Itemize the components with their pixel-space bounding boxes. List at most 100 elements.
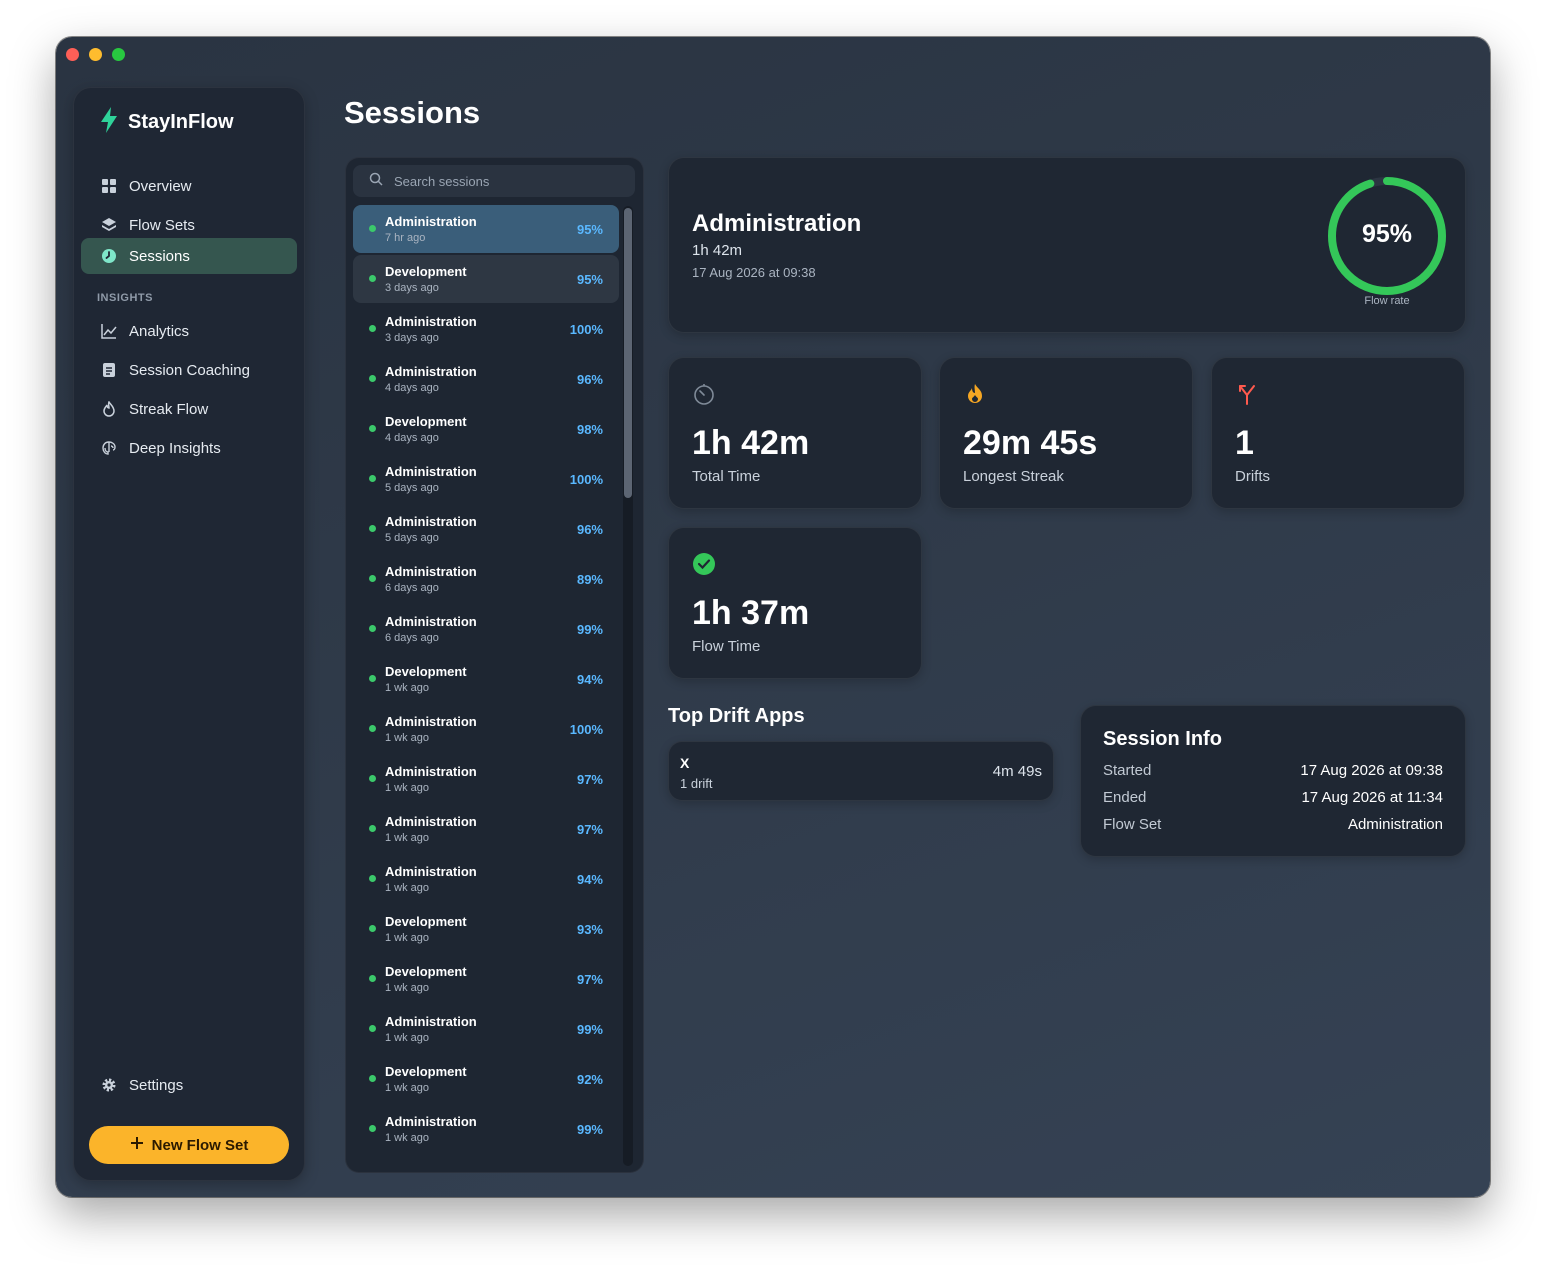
flow-rate-label: Flow rate xyxy=(1364,295,1410,307)
session-row[interactable]: Administration 1 wk ago 99% xyxy=(353,1005,619,1053)
info-key: Ended xyxy=(1103,789,1147,806)
close-window-button[interactable] xyxy=(66,48,79,61)
session-time: 4 days ago xyxy=(385,382,439,394)
drift-app-name: X xyxy=(680,755,690,771)
info-value: 17 Aug 2026 at 09:38 xyxy=(1300,762,1443,779)
status-dot xyxy=(369,875,376,882)
status-dot xyxy=(369,475,376,482)
nav-streak-flow[interactable]: Streak Flow xyxy=(81,391,297,427)
drift-app-duration: 4m 49s xyxy=(992,763,1042,780)
session-flow-rate: 99% xyxy=(576,1122,603,1137)
session-row[interactable]: Administration 6 days ago 89% xyxy=(353,555,619,603)
nav-streak-flow-label: Streak Flow xyxy=(129,400,209,418)
session-time: 1 wk ago xyxy=(385,832,430,844)
session-row[interactable]: Development 1 wk ago 93% xyxy=(353,905,619,953)
session-flow-rate: 100% xyxy=(569,722,603,737)
session-flow-rate: 95% xyxy=(576,222,603,237)
session-time: 3 days ago xyxy=(385,282,439,294)
session-row[interactable]: Development 1 wk ago 92% xyxy=(353,1055,619,1103)
session-name: Administration xyxy=(385,764,477,779)
status-dot xyxy=(369,975,376,982)
session-row[interactable]: Development 4 days ago 98% xyxy=(353,405,619,453)
status-dot xyxy=(369,1025,376,1032)
status-dot xyxy=(369,275,376,282)
search-input[interactable] xyxy=(392,172,616,190)
session-list-scrollbar[interactable] xyxy=(623,206,633,1166)
drift-app-row[interactable]: X 1 drift 4m 49s xyxy=(668,741,1054,801)
status-dot xyxy=(369,825,376,832)
session-flow-rate: 96% xyxy=(576,522,603,537)
session-name: Administration xyxy=(385,864,477,879)
session-row[interactable]: Administration 5 days ago 100% xyxy=(353,455,619,503)
page-title: Sessions xyxy=(344,95,481,130)
session-row[interactable]: Administration 7 hr ago 95% xyxy=(353,205,619,253)
total-time-label: Total Time xyxy=(692,468,761,485)
session-time: 6 days ago xyxy=(385,632,439,644)
timer-icon xyxy=(692,382,716,406)
nav-overview[interactable]: Overview xyxy=(81,168,297,204)
session-row[interactable]: Development 3 days ago 95% xyxy=(353,255,619,303)
session-row[interactable]: Administration 5 days ago 96% xyxy=(353,505,619,553)
info-value: 17 Aug 2026 at 11:34 xyxy=(1301,789,1443,806)
session-name: Development xyxy=(385,964,467,979)
info-row-started: Started 17 Aug 2026 at 09:38 xyxy=(1103,762,1443,782)
session-name: Administration xyxy=(385,814,477,829)
new-flow-set-label: New Flow Set xyxy=(151,1136,249,1154)
clipboard-icon xyxy=(101,362,117,378)
session-row[interactable]: Administration 1 wk ago 97% xyxy=(353,805,619,853)
session-flow-rate: 94% xyxy=(576,872,603,887)
zoom-window-button[interactable] xyxy=(112,48,125,61)
session-row[interactable]: Administration 1 wk ago 97% xyxy=(353,755,619,803)
session-row[interactable]: Administration 4 days ago 96% xyxy=(353,355,619,403)
session-row[interactable]: Administration 1 wk ago 100% xyxy=(353,705,619,753)
session-info-card: Session Info Started 17 Aug 2026 at 09:3… xyxy=(1080,705,1466,857)
session-row[interactable]: Administration 3 days ago 100% xyxy=(353,305,619,353)
minimize-window-button[interactable] xyxy=(89,48,102,61)
chart-line-icon xyxy=(101,323,117,339)
status-dot xyxy=(369,725,376,732)
info-value: Administration xyxy=(1347,816,1443,833)
session-row[interactable]: Administration 1 wk ago 94% xyxy=(353,855,619,903)
search-bar[interactable] xyxy=(353,165,635,197)
session-date: 17 Aug 2026 at 09:38 xyxy=(692,265,816,280)
session-time: 1 wk ago xyxy=(385,982,430,994)
longest-streak-value: 29m 45s xyxy=(963,424,1098,462)
check-circle-icon xyxy=(692,552,716,576)
session-name: Development xyxy=(385,264,467,279)
status-dot xyxy=(369,925,376,932)
nav-session-coaching[interactable]: Session Coaching xyxy=(81,352,297,388)
gear-icon xyxy=(101,1077,117,1093)
session-row[interactable]: Development 1 wk ago 94% xyxy=(353,655,619,703)
nav-analytics[interactable]: Analytics xyxy=(81,313,297,349)
session-name: Administration xyxy=(385,714,477,729)
status-dot xyxy=(369,775,376,782)
session-flow-rate: 94% xyxy=(576,672,603,687)
session-name: Administration xyxy=(385,1014,477,1029)
longest-streak-label: Longest Streak xyxy=(963,468,1064,485)
flow-rate-ring: 95% xyxy=(1325,174,1449,298)
nav-settings[interactable]: Settings xyxy=(81,1067,297,1103)
new-flow-set-button[interactable]: New Flow Set xyxy=(89,1126,289,1164)
drifts-label: Drifts xyxy=(1235,468,1270,485)
session-row[interactable]: Administration 1 wk ago 99% xyxy=(353,1105,619,1153)
session-time: 1 wk ago xyxy=(385,732,430,744)
info-row-flow-set: Flow Set Administration xyxy=(1103,816,1443,836)
session-time: 1 wk ago xyxy=(385,1132,430,1144)
status-dot xyxy=(369,225,376,232)
flame-icon xyxy=(101,401,117,417)
session-duration: 1h 42m xyxy=(692,242,743,259)
session-info-title: Session Info xyxy=(1103,728,1222,750)
nav-deep-insights[interactable]: Deep Insights xyxy=(81,430,297,466)
session-time: 4 days ago xyxy=(385,432,439,444)
drift-app-count: 1 drift xyxy=(680,776,713,791)
session-time: 1 wk ago xyxy=(385,1032,430,1044)
nav-sessions[interactable]: Sessions xyxy=(81,238,297,274)
session-time: 1 wk ago xyxy=(385,782,430,794)
session-header-card: Administration 1h 42m 17 Aug 2026 at 09:… xyxy=(668,157,1466,333)
fork-icon xyxy=(1235,382,1259,406)
session-flow-rate: 100% xyxy=(569,472,603,487)
scrollbar-thumb[interactable] xyxy=(624,208,632,498)
session-row[interactable]: Development 1 wk ago 97% xyxy=(353,955,619,1003)
session-row[interactable]: Administration 6 days ago 99% xyxy=(353,605,619,653)
session-time: 5 days ago xyxy=(385,482,439,494)
